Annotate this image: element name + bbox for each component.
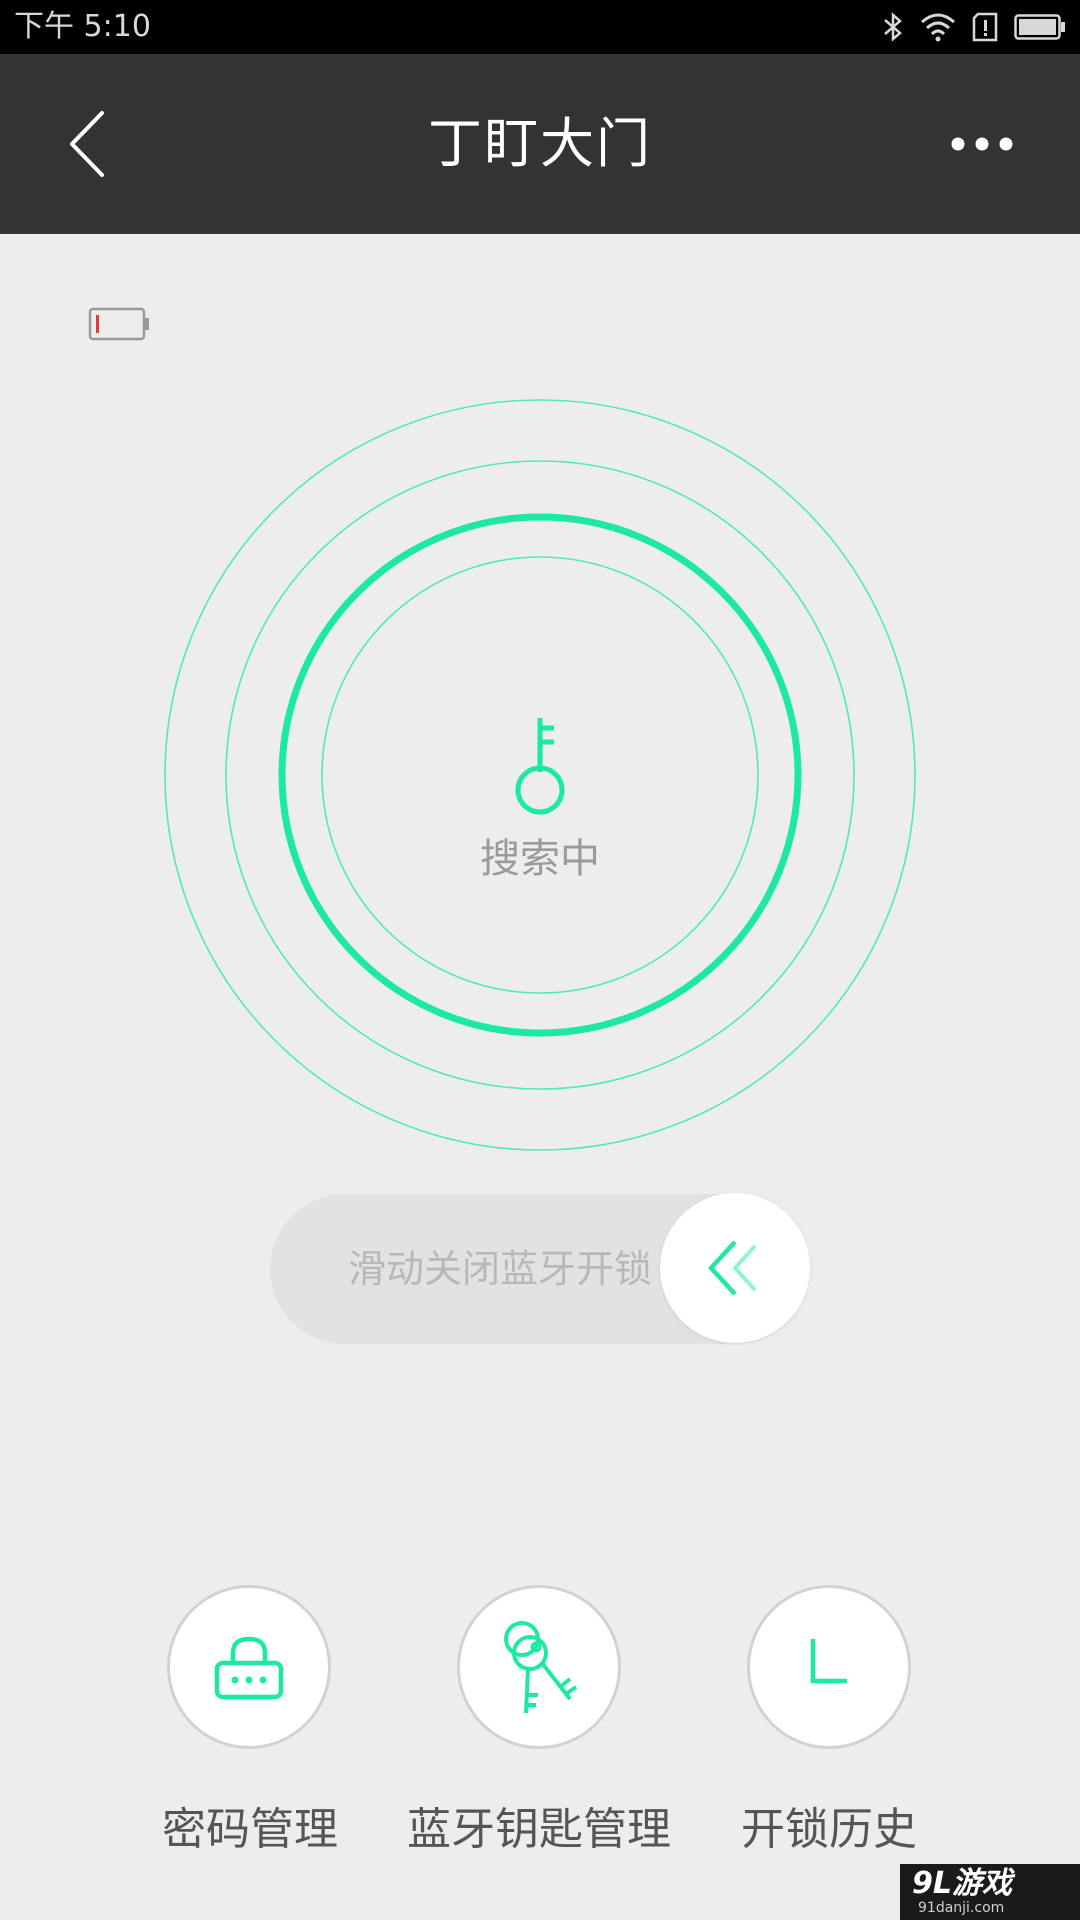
keys-icon (504, 1621, 578, 1714)
clock-icon (810, 1639, 847, 1684)
page-title: 丁盯大门 (428, 112, 652, 175)
more-button[interactable] (934, 114, 1030, 174)
password-management-label: 密码管理 (162, 1804, 338, 1855)
status-icons (882, 10, 1066, 44)
back-button[interactable] (56, 106, 120, 182)
key-icon (515, 718, 565, 815)
wifi-icon (921, 13, 955, 42)
chevron-left-icon (70, 111, 104, 177)
search-status-area[interactable]: 搜索中 (390, 700, 690, 900)
unlock-history-button[interactable] (747, 1585, 911, 1749)
battery-icon (1014, 14, 1065, 40)
watermark: 9L游戏 91danji.com (900, 1864, 1080, 1920)
slider-knob[interactable] (660, 1193, 810, 1343)
search-status-text: 搜索中 (480, 836, 600, 882)
nav-bar: 丁盯大门 (0, 54, 1080, 234)
bluetooth-key-management-button[interactable] (457, 1585, 621, 1749)
unlock-history-label: 开锁历史 (741, 1804, 917, 1855)
status-bar: 下午 5:10 (0, 0, 1080, 54)
keypad-lock-icon (214, 1636, 284, 1700)
status-time: 下午 5:10 (14, 9, 151, 44)
alert-icon (972, 12, 998, 42)
low-battery-icon (88, 307, 149, 341)
watermark-url: 91danji.com (918, 1900, 1005, 1916)
bluetooth-key-management-label: 蓝牙钥匙管理 (407, 1804, 671, 1855)
password-management-button[interactable] (167, 1585, 331, 1749)
bluetooth-icon (884, 12, 902, 42)
watermark-logo: 9L游戏 (912, 1866, 1012, 1901)
double-chevron-left-icon (708, 1240, 757, 1296)
slider-label: 滑动关闭蓝牙开锁 (348, 1247, 653, 1291)
more-dots-icon (951, 137, 1013, 151)
bluetooth-unlock-slider[interactable]: 滑动关闭蓝牙开锁 (270, 1193, 810, 1344)
